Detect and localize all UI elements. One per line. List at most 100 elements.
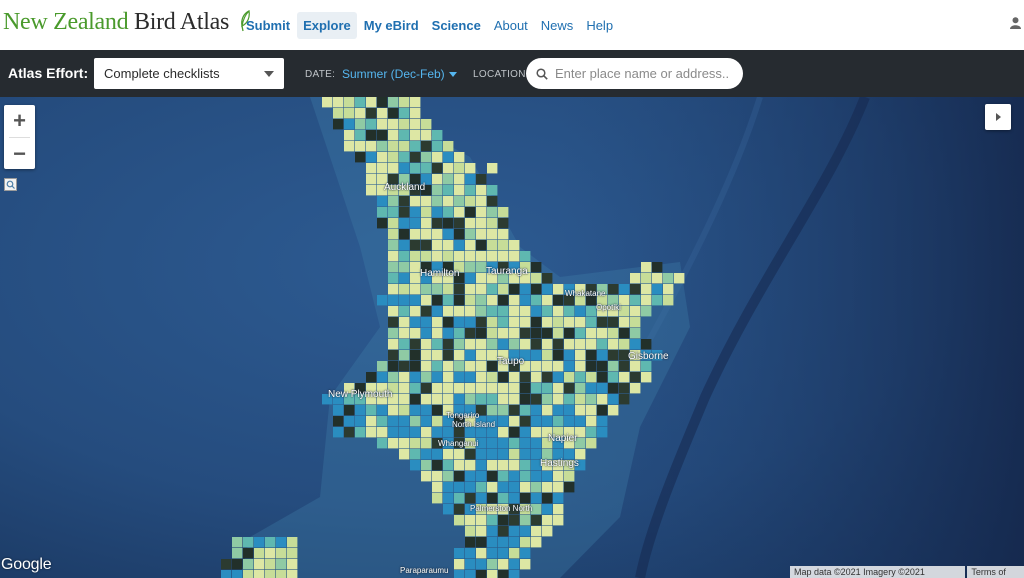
atlas-cell[interactable] [432, 207, 443, 218]
atlas-cell[interactable] [443, 185, 454, 196]
atlas-cell[interactable] [421, 394, 432, 405]
atlas-cell[interactable] [432, 152, 443, 163]
atlas-cell[interactable] [410, 339, 421, 350]
atlas-cell[interactable] [641, 372, 652, 383]
atlas-cell[interactable] [399, 108, 410, 119]
atlas-cell[interactable] [366, 185, 377, 196]
atlas-cell[interactable] [410, 361, 421, 372]
atlas-cell[interactable] [454, 295, 465, 306]
atlas-cell[interactable] [465, 295, 476, 306]
atlas-cell[interactable] [366, 141, 377, 152]
atlas-cell[interactable] [388, 372, 399, 383]
atlas-cell[interactable] [465, 493, 476, 504]
atlas-cell[interactable] [432, 284, 443, 295]
atlas-cell[interactable] [377, 438, 388, 449]
atlas-cell[interactable] [487, 229, 498, 240]
atlas-cell[interactable] [509, 493, 520, 504]
atlas-cell[interactable] [443, 449, 454, 460]
atlas-cell[interactable] [410, 141, 421, 152]
atlas-cell[interactable] [443, 207, 454, 218]
atlas-cell[interactable] [410, 152, 421, 163]
atlas-cell[interactable] [520, 328, 531, 339]
map-view[interactable]: Auckland Hamilton Tauranga Whakatane Opo… [0, 97, 1024, 578]
atlas-cell[interactable] [641, 284, 652, 295]
atlas-cell[interactable] [564, 416, 575, 427]
atlas-cell[interactable] [553, 383, 564, 394]
atlas-cell[interactable] [586, 438, 597, 449]
atlas-cell[interactable] [254, 559, 265, 570]
atlas-cell[interactable] [421, 460, 432, 471]
atlas-cell[interactable] [575, 383, 586, 394]
atlas-cell[interactable] [619, 372, 630, 383]
atlas-cell[interactable] [432, 460, 443, 471]
atlas-cell[interactable] [531, 339, 542, 350]
atlas-cell[interactable] [410, 394, 421, 405]
atlas-cell[interactable] [399, 328, 410, 339]
atlas-cell[interactable] [597, 394, 608, 405]
atlas-cell[interactable] [553, 361, 564, 372]
atlas-cell[interactable] [498, 438, 509, 449]
atlas-cell[interactable] [531, 526, 542, 537]
atlas-cell[interactable] [344, 405, 355, 416]
terms-of-use-link[interactable]: Terms of Use [967, 566, 1024, 578]
atlas-cell[interactable] [410, 449, 421, 460]
atlas-cell[interactable] [454, 504, 465, 515]
atlas-cell[interactable] [344, 141, 355, 152]
atlas-cell[interactable] [421, 130, 432, 141]
atlas-cell[interactable] [498, 493, 509, 504]
atlas-cell[interactable] [608, 372, 619, 383]
atlas-cell[interactable] [531, 317, 542, 328]
atlas-cell[interactable] [410, 251, 421, 262]
atlas-cell[interactable] [276, 537, 287, 548]
atlas-cell[interactable] [410, 130, 421, 141]
atlas-cell[interactable] [410, 317, 421, 328]
atlas-cell[interactable] [355, 152, 366, 163]
atlas-cell[interactable] [498, 548, 509, 559]
atlas-cell[interactable] [476, 471, 487, 482]
atlas-cell[interactable] [575, 405, 586, 416]
atlas-cell[interactable] [553, 306, 564, 317]
atlas-cell[interactable] [243, 537, 254, 548]
nav-link-my-ebird[interactable]: My eBird [358, 12, 425, 39]
atlas-cell[interactable] [476, 394, 487, 405]
atlas-cell[interactable] [608, 317, 619, 328]
atlas-cell[interactable] [333, 427, 344, 438]
atlas-cell[interactable] [575, 328, 586, 339]
atlas-cell[interactable] [619, 328, 630, 339]
atlas-cell[interactable] [421, 306, 432, 317]
atlas-cell[interactable] [243, 570, 254, 578]
atlas-cell[interactable] [663, 295, 674, 306]
atlas-cell[interactable] [377, 130, 388, 141]
atlas-cell[interactable] [520, 427, 531, 438]
atlas-cell[interactable] [564, 394, 575, 405]
atlas-cell[interactable] [542, 306, 553, 317]
atlas-cell[interactable] [520, 482, 531, 493]
atlas-cell[interactable] [443, 284, 454, 295]
atlas-cell[interactable] [443, 229, 454, 240]
atlas-cell[interactable] [399, 361, 410, 372]
atlas-cell[interactable] [443, 460, 454, 471]
nav-link-news[interactable]: News [535, 12, 580, 39]
atlas-cell[interactable] [465, 372, 476, 383]
atlas-cell[interactable] [421, 471, 432, 482]
atlas-cell[interactable] [608, 394, 619, 405]
atlas-cell[interactable] [476, 273, 487, 284]
atlas-cell[interactable] [388, 262, 399, 273]
atlas-cell[interactable] [553, 328, 564, 339]
atlas-cell[interactable] [432, 361, 443, 372]
atlas-cell[interactable] [454, 306, 465, 317]
atlas-cell[interactable] [520, 394, 531, 405]
atlas-cell[interactable] [443, 174, 454, 185]
atlas-cell[interactable] [520, 317, 531, 328]
atlas-cell[interactable] [421, 284, 432, 295]
atlas-cell[interactable] [366, 372, 377, 383]
atlas-cell[interactable] [399, 306, 410, 317]
atlas-cell[interactable] [498, 449, 509, 460]
atlas-cell[interactable] [597, 427, 608, 438]
atlas-cell[interactable] [443, 196, 454, 207]
atlas-cell[interactable] [465, 460, 476, 471]
atlas-cell[interactable] [366, 174, 377, 185]
atlas-cell[interactable] [454, 570, 465, 578]
atlas-cell[interactable] [421, 339, 432, 350]
atlas-cell[interactable] [377, 416, 388, 427]
